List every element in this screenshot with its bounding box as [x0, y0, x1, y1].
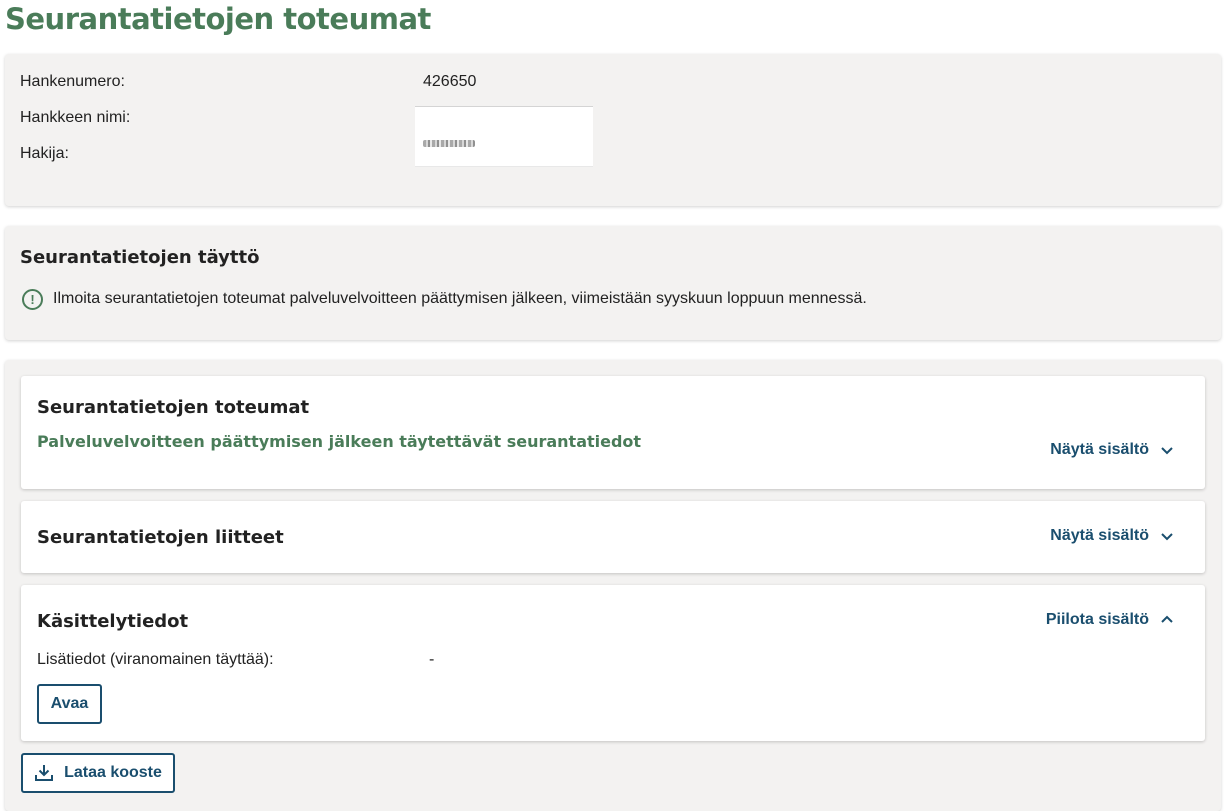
project-name-label: Hankkeen nimi:	[20, 109, 131, 126]
download-summary-button[interactable]: Lataa kooste	[21, 753, 175, 793]
redacted-image	[415, 106, 593, 167]
open-button[interactable]: Avaa	[37, 684, 102, 724]
section-toteumat: Seurantatietojen toteumat Palveluvelvoit…	[21, 376, 1205, 489]
hide-content-toggle[interactable]: Piilota sisältö	[1046, 611, 1175, 629]
toggle-label: Piilota sisältö	[1045, 611, 1149, 628]
section-title: Seurantatietojen liitteet	[37, 527, 284, 548]
toggle-label: Näytä sisältö	[1050, 527, 1149, 544]
section-kasittelytiedot: Käsittelytiedot Piilota sisältö Lisätied…	[21, 585, 1205, 741]
download-label: Lataa kooste	[64, 764, 162, 781]
redacted-text-blur	[423, 140, 475, 147]
project-number-value: 426650	[423, 73, 477, 90]
notice-title: Seurantatietojen täyttö	[20, 247, 260, 268]
sections-container: Seurantatietojen toteumat Palveluvelvoit…	[5, 360, 1221, 811]
section-subtitle: Palveluvelvoitteen päättymisen jälkeen t…	[37, 432, 642, 451]
additional-info-value: -	[429, 651, 435, 668]
exclamation-circle-icon: !	[22, 289, 43, 310]
section-title: Käsittelytiedot	[37, 611, 189, 632]
project-info-card: Hankenumero: 426650 Hankkeen nimi: Hakij…	[5, 54, 1221, 206]
additional-info-label: Lisätiedot (viranomainen täyttää):	[37, 651, 274, 668]
project-number-label: Hankenumero:	[20, 73, 125, 90]
page-title: Seurantatietojen toteumat	[5, 2, 431, 36]
chevron-down-icon	[1161, 533, 1173, 541]
section-liitteet: Seurantatietojen liitteet Näytä sisältö	[21, 501, 1205, 573]
notice-card: Seurantatietojen täyttö ! Ilmoita seuran…	[5, 226, 1221, 340]
show-content-toggle[interactable]: Näytä sisältö	[1050, 441, 1175, 459]
applicant-label: Hakija:	[20, 145, 69, 162]
toggle-label: Näytä sisältö	[1050, 441, 1149, 458]
chevron-down-icon	[1161, 447, 1173, 455]
chevron-up-icon	[1161, 615, 1173, 623]
section-title: Seurantatietojen toteumat	[37, 397, 310, 418]
show-content-toggle[interactable]: Näytä sisältö	[1050, 527, 1175, 545]
download-icon	[35, 765, 54, 781]
notice-text: Ilmoita seurantatietojen toteumat palvel…	[53, 290, 867, 307]
